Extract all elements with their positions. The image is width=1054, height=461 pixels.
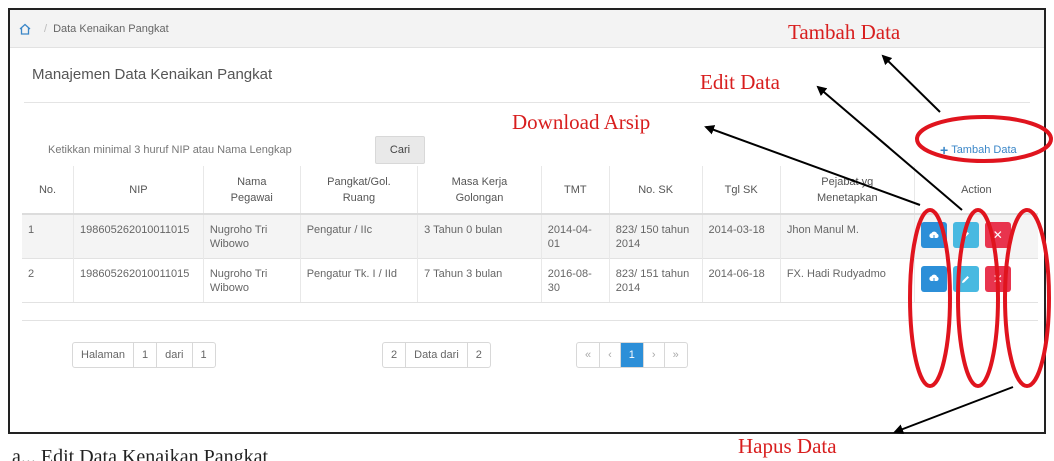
annotation-overlay (704, 54, 1053, 434)
highlight-ellipse-download (908, 208, 952, 388)
annotation-tambah-data: Tambah Data (788, 20, 901, 44)
highlight-ellipse-edit (956, 208, 1000, 388)
arrow-download (704, 125, 921, 206)
annotation-hapus-data: Hapus Data (738, 434, 837, 458)
arrow-tambah (881, 54, 941, 113)
caption-fragment: a... Edit Data Kenaikan Pangkat (12, 446, 269, 461)
arrow-hapus (893, 386, 1014, 434)
highlight-ellipse-delete (1003, 208, 1051, 388)
highlight-ellipse-add (915, 115, 1053, 163)
arrow-edit (816, 85, 963, 211)
annotation-edit-data: Edit Data (700, 70, 780, 94)
annotation-download-arsip: Download Arsip (512, 110, 651, 134)
